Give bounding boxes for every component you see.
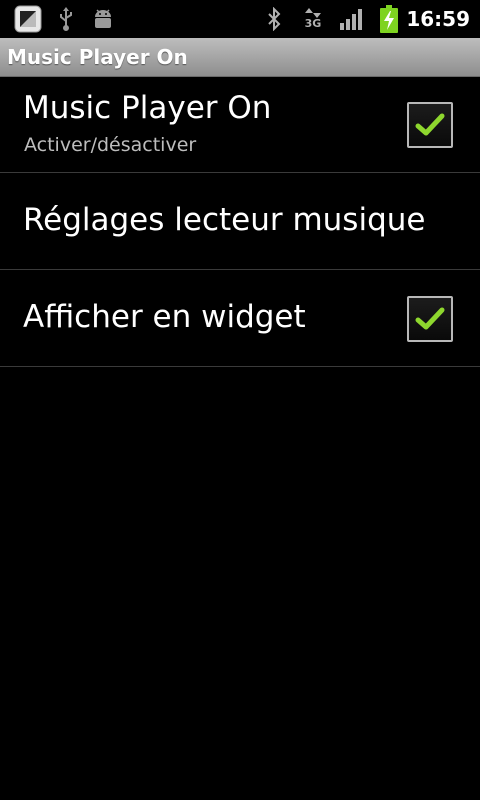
pref-summary: Activer/désactiver — [24, 134, 197, 156]
android-debug-icon — [91, 0, 115, 38]
notification-app-icon[interactable] — [13, 0, 43, 38]
bluetooth-icon — [264, 0, 284, 38]
music-player-on-checkbox[interactable] — [407, 102, 453, 148]
page-title: Music Player On — [7, 45, 188, 69]
title-bar: Music Player On — [0, 38, 480, 77]
pref-music-player-on[interactable]: Music Player On Activer/désactiver — [0, 76, 480, 173]
pref-show-widget[interactable]: Afficher en widget — [0, 270, 480, 367]
check-icon — [415, 307, 445, 330]
show-widget-checkbox[interactable] — [407, 296, 453, 342]
pref-title: Réglages lecteur musique — [23, 202, 426, 238]
network-3g-icon: 3G — [300, 0, 326, 38]
pref-title: Afficher en widget — [23, 299, 306, 335]
usb-icon — [55, 0, 77, 38]
clock: 16:59 — [406, 7, 470, 31]
check-icon — [415, 113, 445, 136]
status-bar: 3G 16:59 — [0, 0, 480, 38]
pref-title: Music Player On — [23, 90, 272, 126]
signal-icon — [338, 0, 366, 38]
pref-music-player-settings[interactable]: Réglages lecteur musique — [0, 173, 480, 270]
battery-charging-icon — [378, 0, 400, 38]
